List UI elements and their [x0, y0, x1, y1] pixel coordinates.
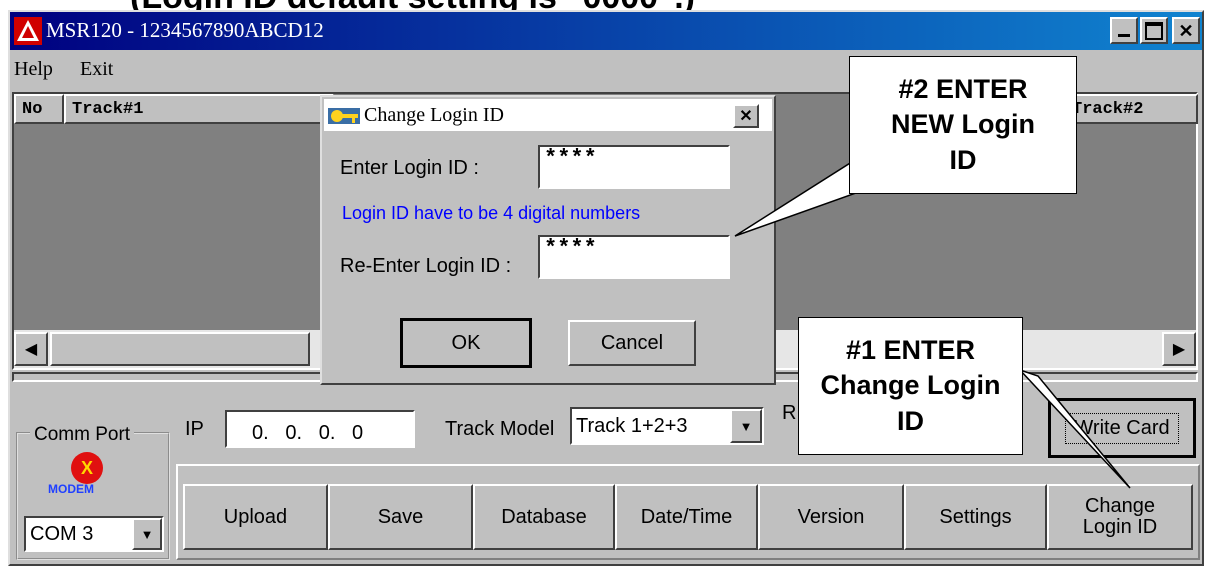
callout-step2: #2 ENTER NEW Login ID	[849, 56, 1077, 194]
callout-step2-text: #2 ENTER NEW Login ID	[891, 74, 1035, 175]
callout-pointer-1	[1019, 369, 1131, 489]
callout-step1-text: #1 ENTER Change Login ID	[820, 335, 1001, 436]
callout-step1: #1 ENTER Change Login ID	[798, 317, 1023, 455]
